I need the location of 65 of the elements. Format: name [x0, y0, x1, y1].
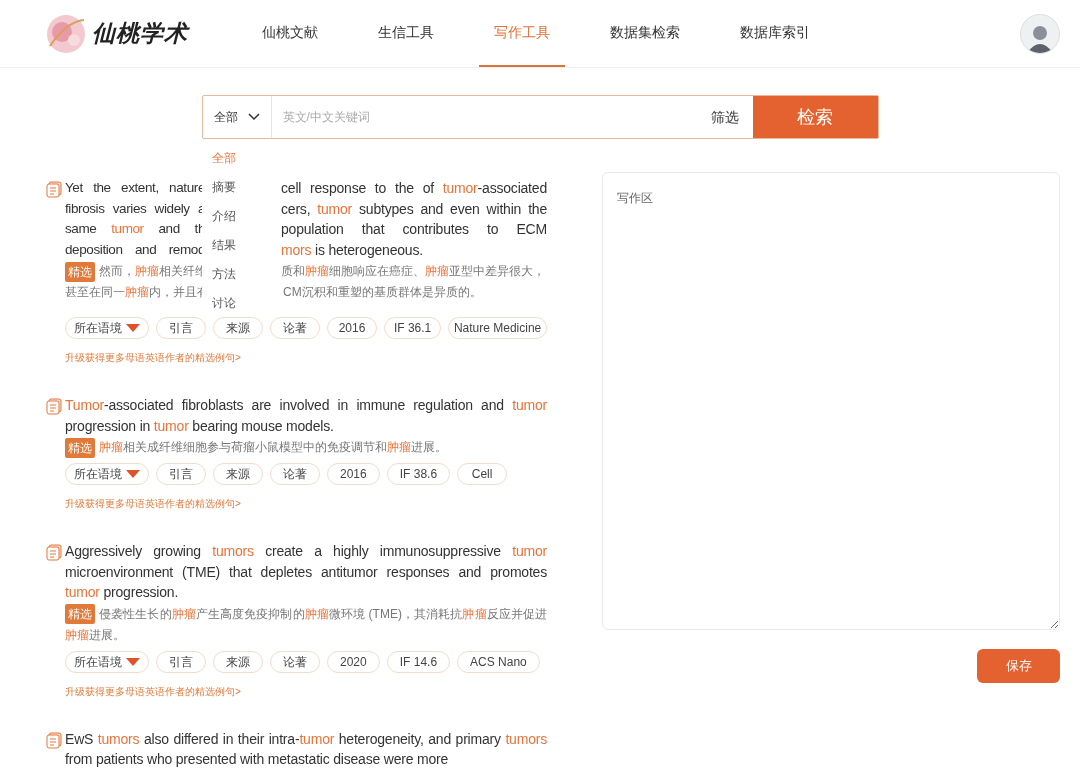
tag: Nature Medicine	[448, 317, 547, 339]
document-icon	[46, 398, 62, 415]
chinese-text: 然而，肿瘤相关纤维	[99, 263, 207, 280]
featured-badge: 精选	[65, 261, 95, 282]
featured-badge: 精选	[65, 604, 95, 625]
chinese-text: CM沉积和重塑的基质群体是异质的。	[283, 284, 483, 301]
chinese-text: 质和肿瘤细胞响应在癌症、肿瘤亚型中差异很大，	[281, 263, 546, 280]
tag: Cell	[457, 463, 508, 485]
menu-item[interactable]: 摘要	[211, 179, 236, 195]
menu-item[interactable]: 讨论	[211, 295, 236, 311]
tag: 来源	[213, 463, 263, 485]
context-dropdown[interactable]: 所在语境	[65, 317, 149, 339]
tag: 2016	[327, 463, 380, 485]
document-icon	[46, 731, 62, 749]
chinese-translation: 精选 侵袭性生长的肿瘤产生高度免疫抑制的肿瘤微环境 (TME)，其消耗抗肿瘤反应并促进 肿瘤进展。	[65, 603, 547, 644]
avatar[interactable]	[1020, 13, 1060, 54]
tag: ACS Nano	[457, 650, 540, 673]
document-icon	[46, 181, 62, 198]
english-text: cell response to the of tumor-associated	[281, 179, 547, 198]
chinese-text: 甚至在同一肿瘤内，并且有	[65, 284, 210, 301]
scope-select[interactable]: 全部	[202, 96, 272, 138]
tag: 引言	[156, 317, 206, 339]
menu-item[interactable]: 介绍	[211, 208, 236, 224]
english-text: fibrosis varies widely a	[65, 199, 205, 218]
english-text: deposition and remod	[65, 240, 205, 259]
english-text: Yet the extent, nature	[65, 179, 205, 197]
caret-icon	[126, 324, 140, 332]
tag: IF 38.6	[386, 463, 451, 485]
search-bar[interactable]: 全部 英文/中文关键词 筛选 检索	[201, 95, 879, 139]
chinese-translation: 精选 肿瘤相关成纤维细胞参与荷瘤小鼠模型中的免疫调节和肿瘤进展。	[65, 437, 547, 458]
english-sentence: Tumor-associated fibroblasts are involved in immune regulation and tumor progression in tumor bearing mouse models.	[65, 396, 547, 436]
writing-area[interactable]: 写作区	[602, 172, 1060, 630]
tag: 来源	[213, 317, 263, 339]
english-text: population that contributes to ECM	[281, 220, 547, 239]
menu-item[interactable]: 方法	[211, 266, 236, 282]
tag: 论著	[270, 317, 320, 339]
document-icon	[46, 544, 62, 561]
tag: 来源	[213, 650, 263, 673]
context-dropdown[interactable]: 所在语境	[65, 463, 149, 485]
english-text: cers, tumor subtypes and even within the	[281, 199, 547, 219]
english-sentence: EwS tumors also differed in their intra-tumor heterogeneity, and primary tumors from patients who presented with metastatic disease were more	[65, 729, 547, 769]
english-sentence: Aggressively growing tumors create a highly immunosuppressive tumor microenvironment (TME) that depletes antitumor responses and promotes tumor progression.	[65, 542, 547, 602]
nav-tab[interactable]: 生信工具	[363, 0, 449, 67]
logo-text: 仙桃学术	[92, 19, 188, 49]
tag: 2016	[327, 317, 377, 339]
search-field[interactable]: 英文/中文关键词	[271, 96, 697, 138]
english-text: same tumor and th	[65, 220, 205, 238]
context-dropdown[interactable]: 所在语境	[65, 650, 149, 673]
chevron-down-icon	[247, 113, 260, 121]
tag: 2020	[327, 650, 380, 673]
filter-button[interactable]: 筛选	[696, 96, 753, 138]
menu-item[interactable]: 结果	[211, 237, 236, 253]
tag: 论著	[270, 650, 320, 673]
nav-tab[interactable]: 数据库索引	[725, 0, 825, 67]
tag: 引言	[156, 650, 206, 673]
tag: 引言	[156, 463, 206, 485]
tag: 论著	[270, 463, 320, 485]
caret-icon	[126, 470, 140, 478]
tag: IF 14.6	[386, 650, 451, 673]
nav-tab[interactable]: 仙桃文献	[247, 0, 333, 67]
featured-badge: 精选	[65, 437, 95, 458]
nav-tab[interactable]: 数据集检索	[595, 0, 695, 67]
tag: IF 36.1	[384, 317, 442, 339]
caret-icon	[126, 657, 140, 666]
english-text: mors is heterogeneous.	[281, 240, 424, 260]
